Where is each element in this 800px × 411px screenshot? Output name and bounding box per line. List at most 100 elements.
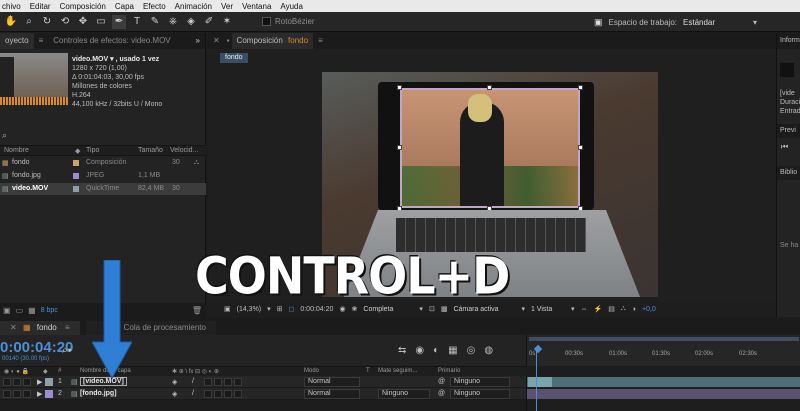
layer-switch-box[interactable] — [204, 390, 212, 398]
shy-switch-icon[interactable]: ◈ — [172, 390, 177, 398]
zoom-icon[interactable]: ⌕ — [22, 15, 36, 29]
chevron-down-icon[interactable]: ▾ — [521, 305, 525, 313]
menu-icon[interactable]: ≡ — [65, 323, 70, 332]
transform-handle[interactable] — [578, 85, 583, 90]
column-size[interactable]: Tamaño — [138, 147, 163, 154]
layer-row-fondo[interactable]: ▶ 2 ▤ [fondo.jpg] ◈ / Normal Ninguno Nin… — [0, 388, 526, 400]
tab-library[interactable]: Biblio — [777, 166, 800, 180]
pen-icon[interactable]: ✒ — [112, 14, 126, 29]
column-number[interactable]: # — [58, 368, 61, 374]
video-toggle[interactable] — [3, 378, 11, 386]
chevron-down-icon[interactable]: ▾ — [571, 305, 575, 313]
audio-toggle[interactable] — [13, 390, 21, 398]
motion-blur-icon[interactable]: ◎ — [467, 345, 476, 356]
video-layer-preview[interactable] — [400, 88, 580, 208]
column-speed[interactable]: Velocid... — [170, 147, 198, 154]
project-item-fondo-jpg[interactable]: ▤ fondo.jpg JPEG 1,1 MB — [0, 170, 206, 182]
layer-track-area[interactable] — [526, 376, 800, 411]
transform-handle[interactable] — [397, 145, 402, 150]
track-matte-select[interactable]: Ninguno — [378, 389, 430, 399]
mask-visibility-icon[interactable]: ◻ — [289, 305, 295, 313]
time-ruler[interactable]: 0s 00:30s 01:00s 01:30s 02:00s 02:30s — [526, 335, 800, 366]
exposure-value[interactable]: +0,0 — [642, 306, 656, 313]
column-type[interactable]: Tipo — [86, 147, 99, 154]
column-mode[interactable]: Modo — [304, 368, 319, 374]
layer-switch-box[interactable] — [234, 390, 242, 398]
menu-layer[interactable]: Capa — [115, 2, 134, 11]
layer-name[interactable]: [fondo.jpg] — [80, 390, 117, 397]
column-parent[interactable]: Primario — [438, 368, 460, 374]
tab-info[interactable]: Inform — [777, 33, 800, 49]
blend-mode-select[interactable]: Normal — [304, 389, 360, 399]
timeline-search-icon[interactable]: ⌕▾ — [62, 345, 72, 356]
project-item-video-mov[interactable]: ▤ video.MOV QuickTime 82,4 MB 30 — [0, 183, 206, 195]
flowchart-icon[interactable]: ⛬ — [621, 305, 626, 313]
menu-help[interactable]: Ayuda — [280, 2, 303, 11]
label-swatch[interactable] — [73, 160, 79, 166]
tab-effect-controls[interactable]: Controles de efectos: video.MOV — [48, 33, 175, 49]
pan-behind-icon[interactable]: ✥ — [76, 15, 90, 29]
fast-previews-icon[interactable]: ⚡ — [593, 305, 602, 313]
layer-switch-box[interactable] — [224, 390, 232, 398]
pixel-aspect-icon[interactable]: ⇔ — [580, 306, 587, 313]
column-t[interactable]: T — [366, 368, 370, 374]
menu-window[interactable]: Ventana — [242, 2, 271, 11]
tab-composition[interactable]: Composición fondo — [231, 33, 314, 49]
skip-to-start-icon[interactable]: ⏮ — [781, 142, 800, 152]
draft-3d-icon[interactable]: ◉ — [415, 345, 424, 356]
shy-switch-icon[interactable]: ◈ — [172, 378, 177, 386]
column-label-icon[interactable]: ◆ — [75, 147, 80, 155]
project-item-fondo[interactable]: ▦ fondo Composición 30 ⛬ — [0, 157, 206, 169]
chevron-down-icon[interactable]: ▾ — [753, 18, 757, 27]
resolution-select[interactable]: Completa — [363, 306, 413, 313]
puppet-pin-icon[interactable]: ✶ — [220, 15, 234, 29]
new-folder-icon[interactable]: ▭ — [16, 306, 24, 315]
label-swatch[interactable] — [73, 186, 79, 192]
column-name[interactable]: Nombre — [4, 147, 29, 154]
hand-icon[interactable]: ✋ — [4, 15, 18, 29]
menu-effect[interactable]: Efecto — [143, 2, 166, 11]
snapshot-icon[interactable]: ◉ — [339, 305, 345, 313]
chevron-down-icon[interactable]: ▾ — [267, 305, 271, 313]
layer-switch-box[interactable] — [204, 378, 212, 386]
new-composition-icon[interactable]: ▦ — [28, 306, 36, 315]
brush-icon[interactable]: ✎ — [148, 15, 162, 29]
menu-view[interactable]: Ver — [221, 2, 233, 11]
transform-handle[interactable] — [487, 85, 492, 90]
region-of-interest-icon[interactable]: ⊡ — [429, 305, 435, 313]
exposure-reset-icon[interactable]: ◑ — [632, 306, 636, 313]
chevron-down-icon[interactable]: ▾ — [419, 305, 423, 313]
bit-depth-button[interactable]: 8 bpc — [41, 307, 58, 314]
view-layout-select[interactable]: 1 Vista — [531, 306, 565, 313]
rotobezier-checkbox[interactable] — [262, 17, 271, 26]
clone-stamp-icon[interactable]: ⎈ — [166, 15, 180, 29]
pick-whip-icon[interactable]: @ — [438, 378, 445, 385]
layer-row-video[interactable]: ▶ 1 ▤ [video.MOV] ◈ / Normal Ninguno @ — [0, 376, 526, 388]
rectangle-mask-icon[interactable]: ▭ — [94, 15, 108, 29]
type-icon[interactable]: T — [130, 15, 144, 29]
menu-composition[interactable]: Composición — [60, 2, 106, 11]
column-track-matte[interactable]: Mate seguim... — [378, 368, 417, 374]
graph-editor-icon[interactable]: ◍ — [484, 345, 493, 356]
lock-icon[interactable]: ▪ — [225, 33, 232, 49]
camera-select[interactable]: Cámara activa — [453, 306, 515, 313]
composition-mini-flowchart-icon[interactable]: ⇆ — [398, 345, 406, 356]
transform-handle[interactable] — [397, 85, 402, 90]
comp-navigator-fondo[interactable]: fondo — [220, 53, 248, 63]
label-swatch[interactable] — [73, 173, 79, 179]
parent-select[interactable]: Ninguno — [450, 389, 510, 399]
layer-duration-bar-video[interactable] — [527, 377, 800, 387]
layer-name[interactable]: [video.MOV] — [80, 377, 127, 386]
expand-triangle-icon[interactable]: ▶ — [37, 378, 42, 386]
solo-toggle[interactable] — [23, 390, 31, 398]
camera-orbit-icon[interactable]: ⟲ — [58, 15, 72, 29]
layer-switch-box[interactable] — [234, 378, 242, 386]
current-time-display[interactable]: 0:00:04:20 — [300, 306, 333, 313]
project-search-icon[interactable]: ⌕ — [2, 130, 7, 141]
quality-switch-icon[interactable]: / — [192, 378, 194, 385]
pick-whip-icon[interactable]: @ — [438, 390, 445, 397]
video-toggle[interactable] — [3, 390, 11, 398]
close-icon[interactable]: ✕ — [10, 323, 17, 332]
tab-preview[interactable]: Previ — [777, 124, 800, 138]
audio-toggle[interactable] — [13, 378, 21, 386]
